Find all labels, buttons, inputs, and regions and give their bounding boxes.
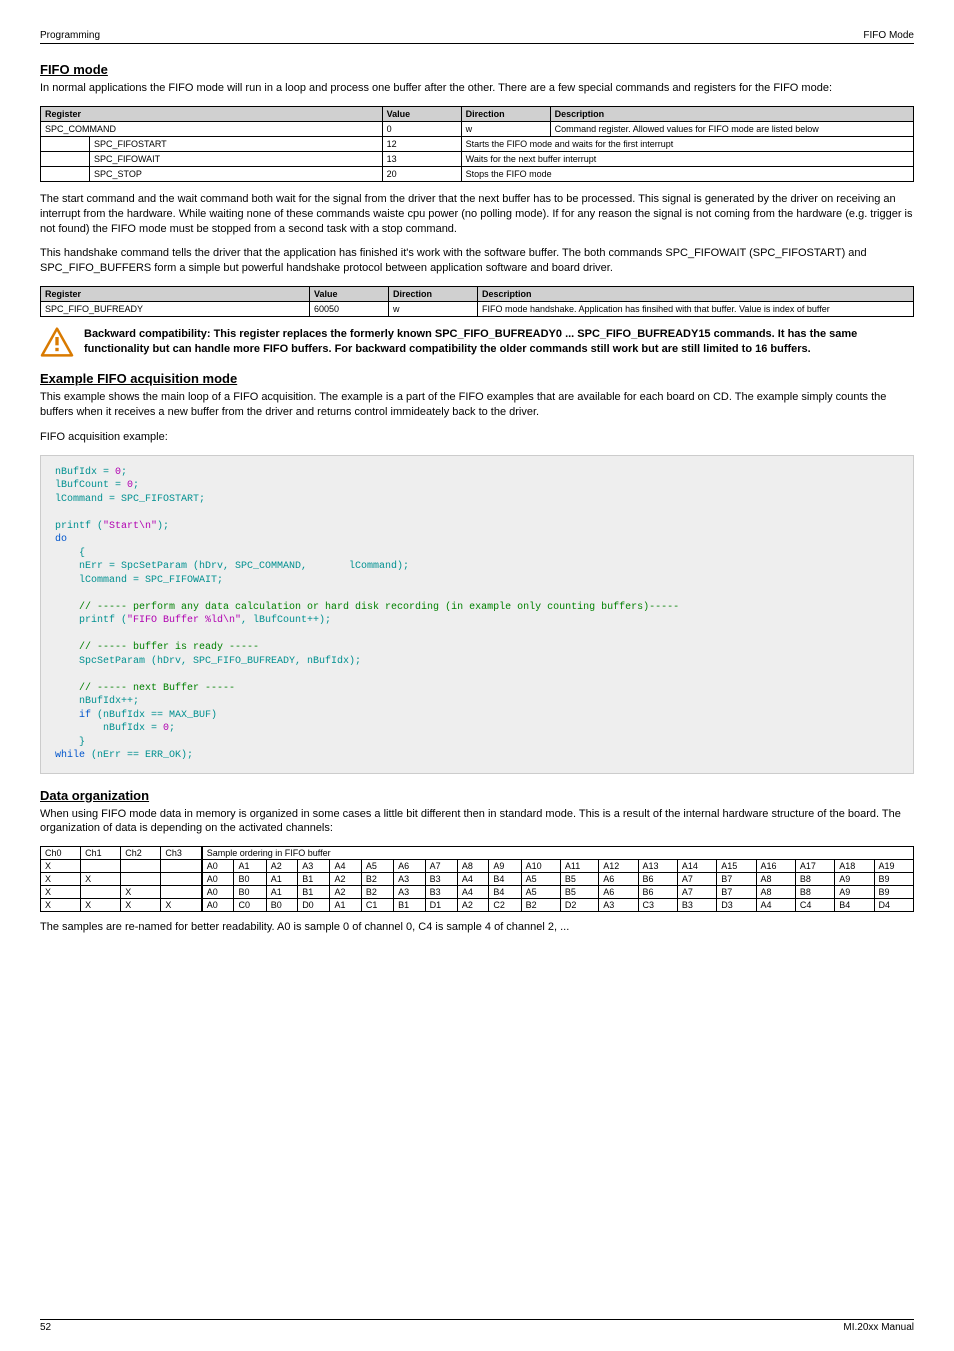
register-table-2: Register Value Direction Description SPC…	[40, 286, 914, 317]
org-h-ch2: Ch2	[121, 847, 161, 860]
header-right: FIFO Mode	[863, 30, 914, 41]
code-line: nBufIdx = 0;	[55, 723, 175, 734]
code-line: SpcSetParam (hDrv, SPC_FIFO_BUFREADY, nB…	[55, 656, 361, 667]
t1-r2-reg: SPC_FIFOSTART	[90, 136, 383, 151]
table-row: X X A0B0A1B1A2B2A3B3A4B4A5B5A6B6A7B7A8B8…	[41, 886, 914, 899]
manual-title: MI.20xx Manual	[843, 1322, 914, 1333]
header-left: Programming	[40, 30, 100, 41]
code-line: do	[55, 534, 67, 545]
t1-r4-desc: Stops the FIFO mode	[461, 166, 913, 181]
code-line: nBufIdx++;	[55, 696, 139, 707]
fifo-para-2: The start command and the wait command b…	[40, 192, 914, 237]
section-data-org-title: Data organization	[40, 788, 914, 803]
t2-r1-reg: SPC_FIFO_BUFREADY	[41, 302, 310, 317]
t1-r3-val: 13	[382, 151, 461, 166]
t1-r2-desc: Starts the FIFO mode and waits for the f…	[461, 136, 913, 151]
data-organization-table: Ch0 Ch1 Ch2 Ch3 Sample ordering in FIFO …	[40, 846, 914, 912]
org-h-sample: Sample ordering in FIFO buffer	[202, 847, 914, 860]
code-line: while (nErr == ERR_OK);	[55, 750, 193, 761]
code-block: nBufIdx = 0; lBufCount = 0; lCommand = S…	[40, 455, 914, 774]
t1-h-desc: Description	[550, 106, 913, 121]
data-org-note: The samples are re-named for better read…	[40, 920, 914, 935]
table-row: X X A0B0A1B1A2B2A3B3A4B4A5B5A6B6A7B7A8B8…	[41, 873, 914, 886]
page-number: 52	[40, 1322, 51, 1333]
code-line: // ----- next Buffer -----	[55, 683, 235, 694]
section-fifo-mode-title: FIFO mode	[40, 62, 914, 77]
t1-r1-dir: w	[461, 121, 550, 136]
table-row: X A0A1A2A3A4A5A6A7A8A9A10A11A12A13A14A15…	[41, 860, 914, 873]
code-line: nErr = SpcSetParam (hDrv, SPC_COMMAND, l…	[55, 561, 409, 572]
example-para-2: FIFO acquisition example:	[40, 430, 914, 445]
code-line: lCommand = SPC_FIFOSTART;	[55, 494, 205, 505]
code-line: lCommand = SPC_FIFOWAIT;	[55, 575, 223, 586]
t1-indent	[41, 151, 90, 166]
t1-indent	[41, 166, 90, 181]
t1-h-value: Value	[382, 106, 461, 121]
warning-icon	[40, 327, 74, 357]
t2-h-value: Value	[310, 287, 389, 302]
code-line: printf ("FIFO Buffer %ld\n", lBufCount++…	[55, 615, 331, 626]
code-line: }	[55, 737, 85, 748]
code-line: // ----- perform any data calculation or…	[55, 602, 679, 613]
example-para-1: This example shows the main loop of a FI…	[40, 390, 914, 420]
t1-h-direction: Direction	[461, 106, 550, 121]
t2-r1-val: 60050	[310, 302, 389, 317]
section-example-title: Example FIFO acquisition mode	[40, 371, 914, 386]
code-line: // ----- buffer is ready -----	[55, 642, 259, 653]
warning-block: Backward compatibility: This register re…	[40, 327, 914, 357]
t1-r3-desc: Waits for the next buffer interrupt	[461, 151, 913, 166]
register-table-1: Register Value Direction Description SPC…	[40, 106, 914, 182]
code-line: lBufCount = 0;	[55, 480, 139, 491]
t1-r4-reg: SPC_STOP	[90, 166, 383, 181]
code-line: printf ("Start\n");	[55, 521, 169, 532]
t2-r1-desc: FIFO mode handshake. Application has fin…	[478, 302, 914, 317]
table-row: X X X X A0C0B0D0A1C1B1D1A2C2B2D2A3C3B3D3…	[41, 899, 914, 912]
footer-bar: 52 MI.20xx Manual	[40, 1319, 914, 1333]
header-bar: Programming FIFO Mode	[40, 30, 914, 44]
code-line: if (nBufIdx == MAX_BUF)	[55, 710, 217, 721]
t2-h-register: Register	[41, 287, 310, 302]
table-row: Ch0 Ch1 Ch2 Ch3 Sample ordering in FIFO …	[41, 847, 914, 860]
t2-r1-dir: w	[389, 302, 478, 317]
t1-r2-val: 12	[382, 136, 461, 151]
t1-r3-reg: SPC_FIFOWAIT	[90, 151, 383, 166]
fifo-intro-paragraph: In normal applications the FIFO mode wil…	[40, 81, 914, 96]
code-line: {	[55, 548, 85, 559]
t2-h-desc: Description	[478, 287, 914, 302]
code-line: nBufIdx = 0;	[55, 467, 127, 478]
t1-r1-val: 0	[382, 121, 461, 136]
org-h-ch1: Ch1	[81, 847, 121, 860]
t1-indent	[41, 136, 90, 151]
org-h-ch3: Ch3	[161, 847, 202, 860]
t2-h-direction: Direction	[389, 287, 478, 302]
data-org-para: When using FIFO mode data in memory is o…	[40, 807, 914, 837]
t1-r1-desc: Command register. Allowed values for FIF…	[550, 121, 913, 136]
warning-text: Backward compatibility: This register re…	[84, 327, 914, 357]
t1-r1-reg: SPC_COMMAND	[41, 121, 383, 136]
org-h-ch0: Ch0	[41, 847, 81, 860]
fifo-para-3: This handshake command tells the driver …	[40, 246, 914, 276]
t1-r4-val: 20	[382, 166, 461, 181]
t1-h-register: Register	[41, 106, 383, 121]
